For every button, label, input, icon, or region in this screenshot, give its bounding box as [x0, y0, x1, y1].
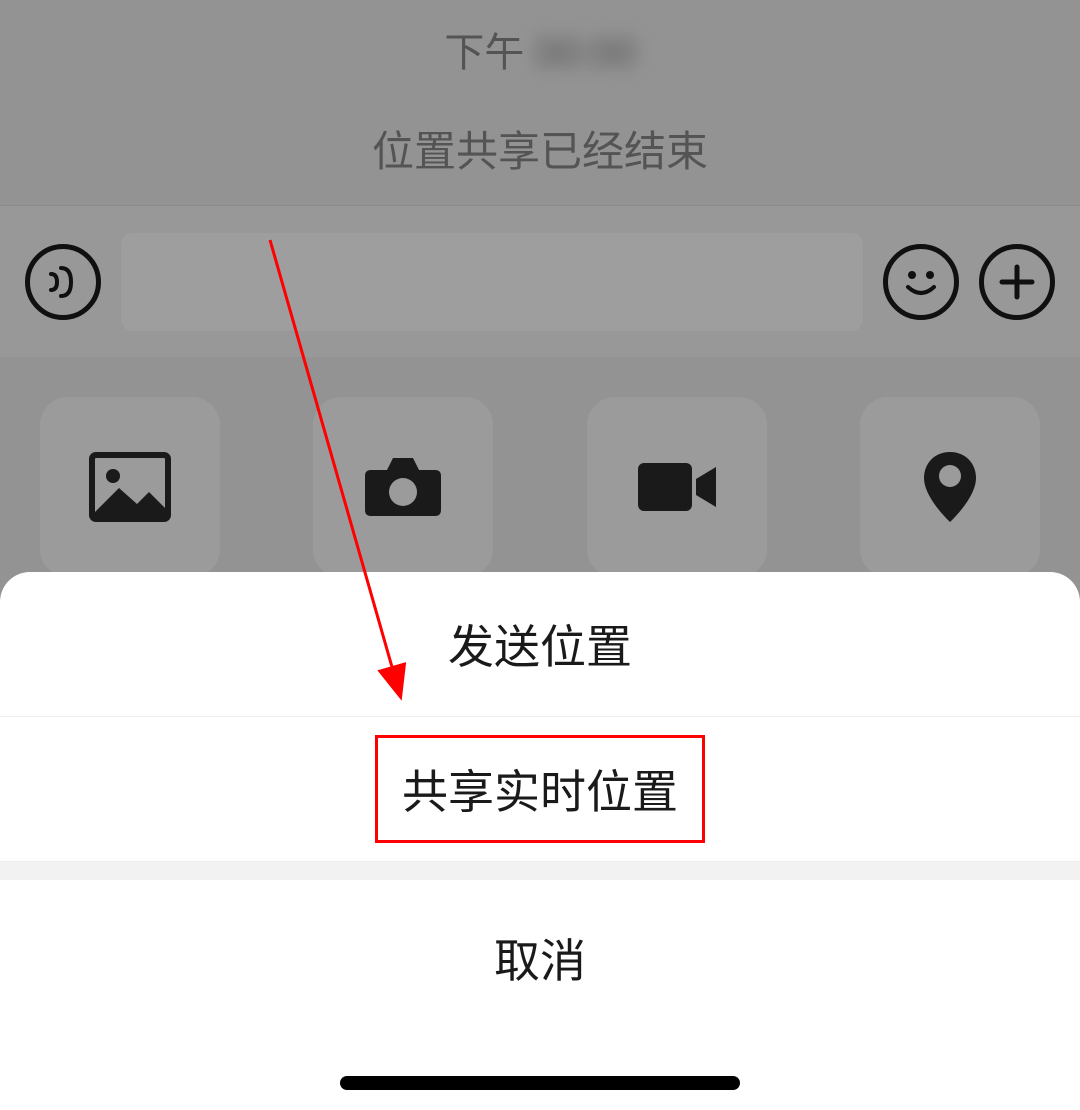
location-action-sheet: 发送位置 共享实时位置 取消: [0, 572, 1080, 1110]
share-realtime-label: 共享实时位置: [375, 735, 705, 843]
home-indicator[interactable]: [340, 1076, 740, 1090]
sheet-divider: [0, 862, 1080, 880]
share-realtime-location-option[interactable]: 共享实时位置: [0, 717, 1080, 862]
send-location-label: 发送位置: [448, 611, 632, 677]
send-location-option[interactable]: 发送位置: [0, 572, 1080, 717]
cancel-label: 取消: [494, 925, 586, 991]
